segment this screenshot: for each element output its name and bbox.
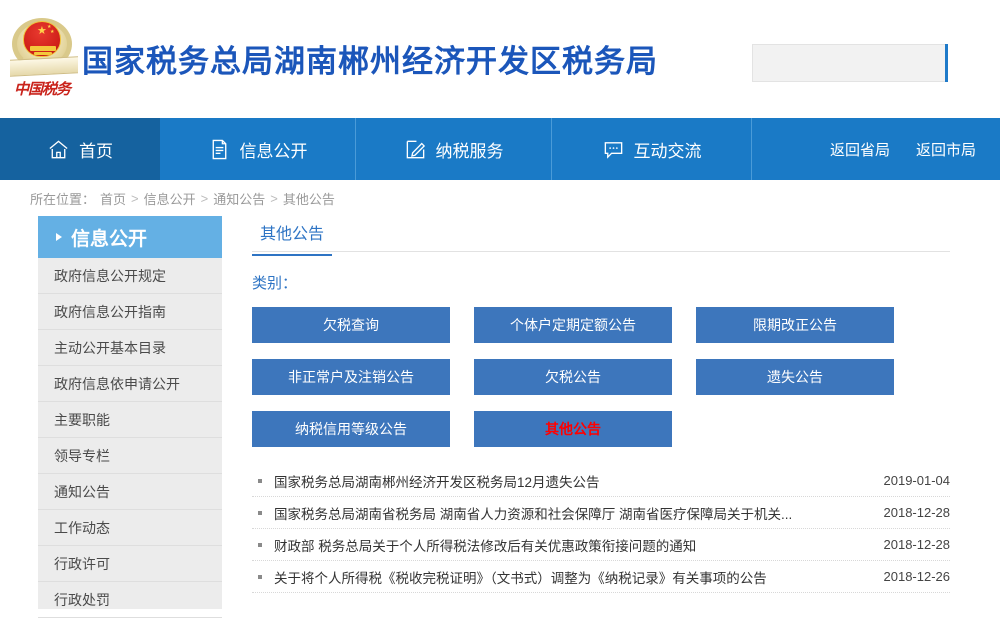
content-panel: 其他公告 类别： 欠税查询 个体户定期定额公告 限期改正公告 非正常户及注销公告… xyxy=(222,216,1000,609)
nav-item-info-disclosure[interactable]: 信息公开 xyxy=(160,118,356,180)
tab-other-notices[interactable]: 其他公告 xyxy=(252,216,332,256)
category-button-tax-arrears-query[interactable]: 欠税查询 xyxy=(252,307,450,343)
sidebar-item-leadership[interactable]: 领导专栏 xyxy=(38,438,222,474)
nav-item-label: 信息公开 xyxy=(240,137,308,162)
home-icon xyxy=(47,138,70,161)
list-item[interactable]: 关于将个人所得税《税收完税证明》（文书式）调整为《纳税记录》有关事项的公告 20… xyxy=(252,561,950,593)
shield-shape: ★ ★ ★ xyxy=(23,21,61,57)
ribbon-shape xyxy=(10,56,78,77)
category-button-other-notices[interactable]: 其他公告 xyxy=(474,411,672,447)
category-button-correction-deadline-notice[interactable]: 限期改正公告 xyxy=(696,307,894,343)
sidebar-item-main-functions[interactable]: 主要职能 xyxy=(38,402,222,438)
list-item[interactable]: 国家税务总局湖南省税务局 湖南省人力资源和社会保障厅 湖南省医疗保障局关于机关.… xyxy=(252,497,950,529)
category-button-individual-quota-notice[interactable]: 个体户定期定额公告 xyxy=(474,307,672,343)
breadcrumb-item-home[interactable]: 首页 xyxy=(100,189,126,208)
nav-external-links: 返回省局 返回市局 xyxy=(752,118,1000,180)
news-date: 2018-12-26 xyxy=(884,569,951,584)
chat-bubble-icon xyxy=(602,138,625,161)
site-header: ★ ★ ★ 中国税务 国家税务总局湖南郴州经济开发区税务局 xyxy=(0,0,1000,118)
sidebar-header-info-disclosure[interactable]: 信息公开 xyxy=(38,216,222,258)
sidebar-item-basic-catalog[interactable]: 主动公开基本目录 xyxy=(38,330,222,366)
sidebar-item-label: 政府信息公开规定 xyxy=(54,266,166,286)
breadcrumb-item-notices[interactable]: 通知公告 xyxy=(213,189,265,208)
search-button[interactable] xyxy=(945,44,948,82)
gate-bar-shape xyxy=(34,52,52,55)
breadcrumb-label: 所在位置： xyxy=(30,189,95,208)
nav-item-label: 互动交流 xyxy=(634,137,702,162)
nav-link-province-bureau[interactable]: 返回省局 xyxy=(830,139,890,160)
nav-link-city-bureau[interactable]: 返回市局 xyxy=(916,139,976,160)
category-label: 类别： xyxy=(252,272,950,293)
china-tax-emblem-icon: ★ ★ ★ 中国税务 xyxy=(6,12,78,110)
news-title: 关于将个人所得税《税收完税证明》（文书式）调整为《纳税记录》有关事项的公告 xyxy=(274,567,870,587)
gate-bar-shape xyxy=(30,46,56,51)
emblem-label: 中国税务 xyxy=(8,78,76,99)
breadcrumb-separator: > xyxy=(270,191,278,206)
sidebar-item-label: 行政许可 xyxy=(54,554,110,574)
sidebar-item-label: 政府信息公开指南 xyxy=(54,302,166,322)
category-button-abnormal-and-cancellation-notice[interactable]: 非正常户及注销公告 xyxy=(252,359,450,395)
breadcrumb-item-other-notices[interactable]: 其他公告 xyxy=(283,189,335,208)
nav-item-tax-service[interactable]: 纳税服务 xyxy=(356,118,552,180)
nav-item-label: 纳税服务 xyxy=(436,137,504,162)
sidebar: 信息公开 政府信息公开规定 政府信息公开指南 主动公开基本目录 政府信息依申请公… xyxy=(38,216,222,609)
sidebar-header-label: 信息公开 xyxy=(71,224,147,251)
category-button-tax-arrears-notice[interactable]: 欠税公告 xyxy=(474,359,672,395)
sidebar-item-work-updates[interactable]: 工作动态 xyxy=(38,510,222,546)
sidebar-item-disclosure-on-request[interactable]: 政府信息依申请公开 xyxy=(38,366,222,402)
category-button-grid: 欠税查询 个体户定期定额公告 限期改正公告 非正常户及注销公告 欠税公告 遗失公… xyxy=(252,307,950,447)
bullet-icon xyxy=(258,543,262,547)
breadcrumb-separator: > xyxy=(201,191,209,206)
news-title: 国家税务总局湖南省税务局 湖南省人力资源和社会保障厅 湖南省医疗保障局关于机关.… xyxy=(274,503,870,523)
sidebar-item-label: 主要职能 xyxy=(54,410,110,430)
sidebar-item-label: 行政处罚 xyxy=(54,590,110,610)
star-small-icon: ★ xyxy=(50,30,54,35)
search-input[interactable] xyxy=(752,44,945,82)
sidebar-item-disclosure-guide[interactable]: 政府信息公开指南 xyxy=(38,294,222,330)
category-button-loss-notice[interactable]: 遗失公告 xyxy=(696,359,894,395)
news-date: 2018-12-28 xyxy=(884,505,951,520)
sidebar-item-label: 领导专栏 xyxy=(54,446,110,466)
breadcrumb-item-info-disclosure[interactable]: 信息公开 xyxy=(144,189,196,208)
sidebar-item-notices[interactable]: 通知公告 xyxy=(38,474,222,510)
search-box xyxy=(752,44,948,82)
news-date: 2018-12-28 xyxy=(884,537,951,552)
sidebar-item-admin-license[interactable]: 行政许可 xyxy=(38,546,222,582)
star-icon: ★ xyxy=(37,26,47,37)
list-item[interactable]: 财政部 税务总局关于个人所得税法修改后有关优惠政策衔接问题的通知 2018-12… xyxy=(252,529,950,561)
tab-bar: 其他公告 xyxy=(252,216,950,252)
nav-item-label: 首页 xyxy=(79,137,113,162)
list-item[interactable]: 国家税务总局湖南郴州经济开发区税务局12月遗失公告 2019-01-04 xyxy=(252,465,950,497)
triangle-right-icon xyxy=(56,233,62,241)
sidebar-item-admin-penalty[interactable]: 行政处罚 xyxy=(38,582,222,618)
bullet-icon xyxy=(258,479,262,483)
document-icon xyxy=(208,138,231,161)
sidebar-item-label: 政府信息依申请公开 xyxy=(54,374,180,394)
nav-item-interaction[interactable]: 互动交流 xyxy=(552,118,752,180)
breadcrumb: 所在位置： 首页 > 信息公开 > 通知公告 > 其他公告 xyxy=(0,180,1000,216)
sidebar-item-disclosure-rules[interactable]: 政府信息公开规定 xyxy=(38,258,222,294)
category-button-credit-rating-notice[interactable]: 纳税信用等级公告 xyxy=(252,411,450,447)
bullet-icon xyxy=(258,511,262,515)
news-date: 2019-01-04 xyxy=(884,473,951,488)
news-title: 财政部 税务总局关于个人所得税法修改后有关优惠政策衔接问题的通知 xyxy=(274,535,870,555)
page-title: 国家税务总局湖南郴州经济开发区税务局 xyxy=(82,36,658,81)
main-navigation: 首页 信息公开 纳税服务 互动交流 返回省局 返回市局 xyxy=(0,118,1000,180)
nav-item-home[interactable]: 首页 xyxy=(0,118,160,180)
news-title: 国家税务总局湖南郴州经济开发区税务局12月遗失公告 xyxy=(274,471,870,491)
pencil-edit-icon xyxy=(404,138,427,161)
breadcrumb-separator: > xyxy=(131,191,139,206)
news-list: 国家税务总局湖南郴州经济开发区税务局12月遗失公告 2019-01-04 国家税… xyxy=(252,465,950,593)
sidebar-item-label: 工作动态 xyxy=(54,518,110,538)
sidebar-item-label: 通知公告 xyxy=(54,482,110,502)
bullet-icon xyxy=(258,575,262,579)
emblem-badge: ★ ★ ★ xyxy=(10,14,74,76)
main-content-area: 信息公开 政府信息公开规定 政府信息公开指南 主动公开基本目录 政府信息依申请公… xyxy=(0,216,1000,609)
sidebar-item-label: 主动公开基本目录 xyxy=(54,338,166,358)
